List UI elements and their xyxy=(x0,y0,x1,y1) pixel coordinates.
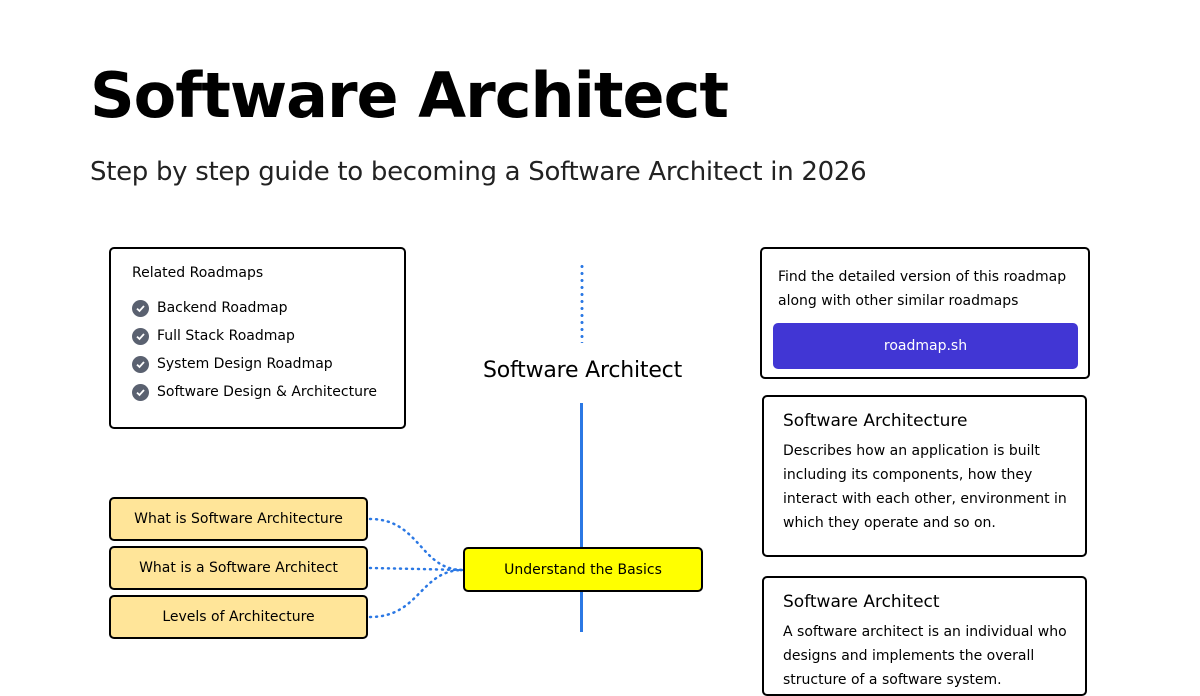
description-software-architecture: Software Architecture Describes how an a… xyxy=(762,395,1087,557)
connector-topic-3 xyxy=(368,568,465,619)
detailed-version-text: Find the detailed version of this roadma… xyxy=(778,269,1067,309)
description-title: Software Architect xyxy=(783,592,940,612)
detailed-version-panel: Find the detailed version of this roadma… xyxy=(760,247,1090,379)
topic-label: What is Software Architecture xyxy=(134,511,343,527)
description-text: A software architect is an individual wh… xyxy=(783,624,1067,688)
connector-topic-1 xyxy=(368,517,465,572)
main-topic-label: Understand the Basics xyxy=(504,561,662,578)
topic-label: Levels of Architecture xyxy=(162,609,315,625)
topic-what-is-software-architect[interactable]: What is a Software Architect xyxy=(109,546,368,590)
description-text: Describes how an application is built in… xyxy=(783,443,1067,531)
roadmap-sh-button-label: roadmap.sh xyxy=(883,338,968,354)
main-topic-understand-basics[interactable]: Understand the Basics xyxy=(463,547,703,592)
topic-what-is-software-architecture[interactable]: What is Software Architecture xyxy=(109,497,368,541)
topic-levels-of-architecture[interactable]: Levels of Architecture xyxy=(109,595,368,639)
description-title: Software Architecture xyxy=(783,411,968,431)
roadmap-sh-button[interactable]: roadmap.sh xyxy=(773,323,1078,369)
description-software-architect: Software Architect A software architect … xyxy=(762,576,1087,696)
topic-label: What is a Software Architect xyxy=(139,560,338,576)
